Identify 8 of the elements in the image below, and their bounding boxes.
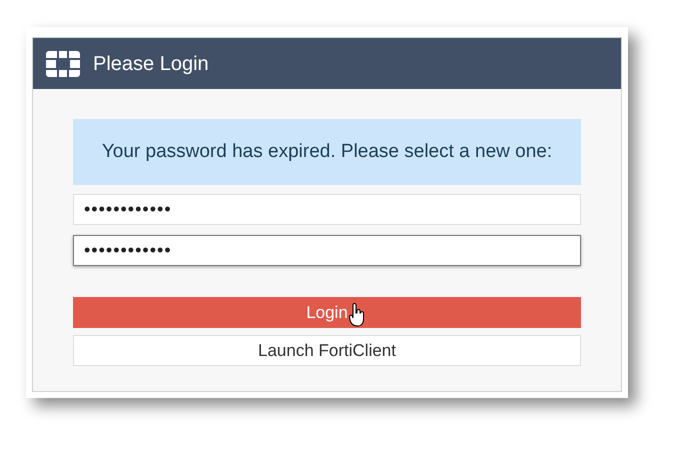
- logo-icon: [45, 50, 81, 78]
- login-button[interactable]: Login: [73, 297, 581, 328]
- dialog-title: Please Login: [93, 52, 209, 76]
- password-field[interactable]: ••••••••••••: [73, 194, 581, 225]
- alert-message: Your password has expired. Please select a new one:: [73, 119, 581, 185]
- password-field[interactable]: ••••••••••••: [73, 235, 581, 266]
- hand-cursor-icon: [349, 303, 365, 327]
- launch-button[interactable]: Launch FortiClient: [73, 335, 581, 366]
